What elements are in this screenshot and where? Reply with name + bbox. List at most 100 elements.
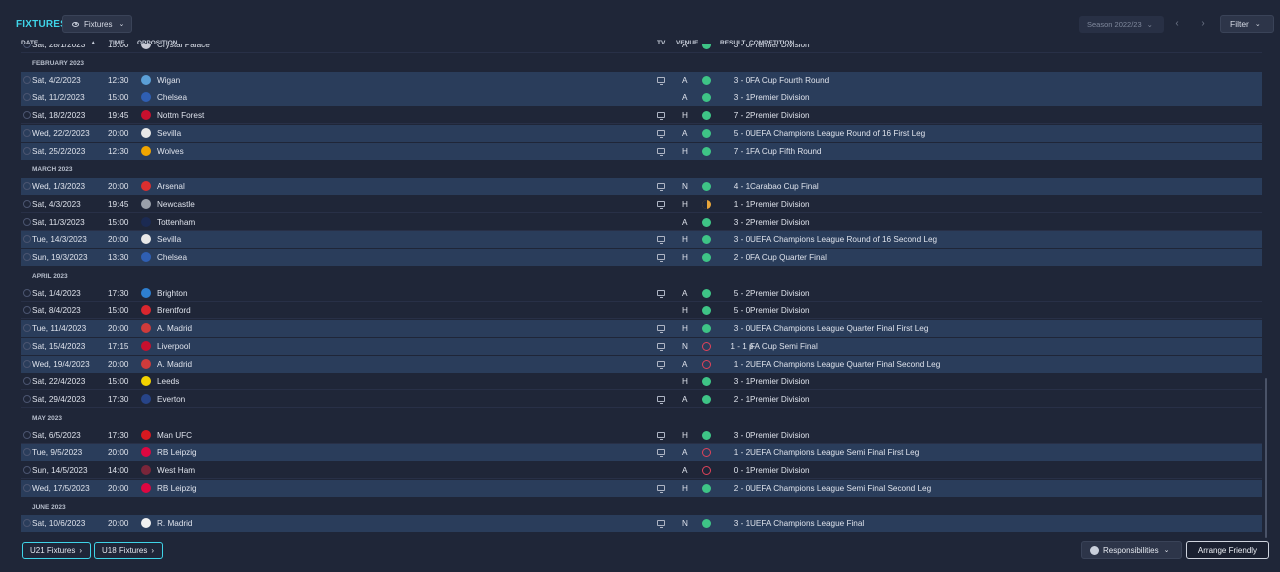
row-select-icon[interactable] (23, 448, 31, 457)
fixture-opposition[interactable]: Man UFC (157, 431, 192, 440)
fixture-opposition[interactable]: Sevilla (157, 235, 181, 244)
fixture-row[interactable]: Sat, 11/3/2023 15:00 Tottenham A 3 - 2 Premie… (21, 213, 1262, 231)
fixture-competition[interactable]: Premier Division (750, 200, 810, 209)
fixture-opposition[interactable]: Chelsea (157, 253, 187, 262)
view-dropdown[interactable]: Fixtures ⌄ (62, 15, 132, 33)
fixture-competition[interactable]: Premier Division (750, 377, 810, 386)
row-select-icon[interactable] (23, 341, 31, 350)
fixture-row[interactable]: Wed, 22/2/2023 20:00 Sevilla A 5 - 0 UEFA Cha… (21, 124, 1262, 142)
arrange-friendly-button[interactable]: Arrange Friendly (1186, 541, 1269, 559)
fixture-opposition[interactable]: Wigan (157, 76, 180, 85)
fixture-opposition[interactable]: Nottm Forest (157, 111, 204, 120)
row-select-icon[interactable] (23, 483, 31, 492)
fixture-row[interactable]: Sat, 10/6/2023 20:00 R. Madrid N 3 - 1 UEFA C… (21, 515, 1262, 533)
fixture-opposition[interactable]: Crystal Palace (157, 44, 210, 49)
row-select-icon[interactable] (23, 359, 31, 368)
row-select-icon[interactable] (23, 519, 31, 528)
row-select-icon[interactable] (23, 93, 31, 102)
fixture-row[interactable]: Tue, 11/4/2023 20:00 A. Madrid H 3 - 0 UEFA C… (21, 320, 1262, 337)
row-select-icon[interactable] (23, 430, 31, 439)
fixture-competition[interactable]: FA Cup Quarter Final (750, 253, 827, 262)
fixture-row[interactable]: Sat, 18/2/2023 19:45 Nottm Forest H 7 - 2 Pre… (21, 107, 1262, 124)
fixture-row[interactable]: Sat, 4/3/2023 19:45 Newcastle H 1 - 1 Premier… (21, 195, 1262, 213)
row-select-icon[interactable] (23, 217, 31, 226)
row-select-icon[interactable] (23, 253, 31, 261)
fixture-competition[interactable]: Premier Division (750, 218, 810, 227)
fixture-row[interactable]: Sat, 25/2/2023 12:30 Wolves H 7 - 1 FA Cup Fi… (21, 142, 1262, 160)
fixture-opposition[interactable]: Brighton (157, 289, 188, 298)
u18-fixtures-button[interactable]: U18 Fixtures › (94, 542, 163, 559)
row-select-icon[interactable] (23, 235, 31, 244)
fixture-opposition[interactable]: Tottenham (157, 218, 195, 227)
fixture-opposition[interactable]: Newcastle (157, 200, 195, 209)
responsibilities-button[interactable]: Responsibilities ⌄ (1081, 541, 1182, 559)
row-select-icon[interactable] (23, 182, 31, 190)
row-select-icon[interactable] (23, 306, 31, 315)
fixture-competition[interactable]: UEFA Champions League Semi Final Second … (750, 484, 931, 493)
fixture-row[interactable]: Sat, 11/2/2023 15:00 Chelsea A 3 - 1 Premier … (21, 89, 1262, 107)
fixture-competition[interactable]: Premier Division (750, 306, 810, 315)
row-select-icon[interactable] (23, 324, 31, 332)
previous-season-button[interactable]: ‹ (1166, 16, 1188, 33)
fixture-competition[interactable]: FA Cup Fourth Round (750, 76, 829, 85)
fixture-opposition[interactable]: Arsenal (157, 182, 185, 191)
row-select-icon[interactable] (23, 466, 31, 474)
row-select-icon[interactable] (23, 44, 31, 48)
row-select-icon[interactable] (23, 146, 31, 155)
fixture-competition[interactable]: Carabao Cup Final (750, 182, 819, 191)
fixture-competition[interactable]: Premier Division (750, 395, 810, 404)
fixture-row[interactable]: Sat, 6/5/2023 17:30 Man UFC H 3 - 0 Premier D… (21, 426, 1262, 444)
fixture-competition[interactable]: Premier Division (750, 44, 810, 49)
fixture-row[interactable]: Sat, 15/4/2023 17:15 Liverpool N 1 - 1 p FA C… (21, 337, 1262, 355)
fixture-competition[interactable]: FA Cup Fifth Round (750, 147, 821, 156)
fixture-opposition[interactable]: West Ham (157, 466, 195, 475)
fixture-competition[interactable]: Premier Division (750, 111, 810, 120)
fixture-opposition[interactable]: Leeds (157, 377, 179, 386)
fixture-competition[interactable]: UEFA Champions League Quarter Final Firs… (750, 324, 928, 333)
fixture-row[interactable]: Tue, 14/3/2023 20:00 Sevilla H 3 - 0 UEFA Cha… (21, 231, 1262, 249)
fixture-opposition[interactable]: Brentford (157, 306, 191, 315)
fixture-opposition[interactable]: A. Madrid (157, 324, 192, 333)
u21-fixtures-button[interactable]: U21 Fixtures › (22, 542, 91, 559)
row-select-icon[interactable] (23, 288, 31, 297)
fixture-opposition[interactable]: R. Madrid (157, 519, 193, 528)
fixture-opposition[interactable]: RB Leipzig (157, 484, 197, 493)
fixture-competition[interactable]: UEFA Champions League Round of 16 First … (750, 129, 925, 138)
fixture-competition[interactable]: UEFA Champions League Round of 16 Second… (750, 235, 937, 244)
fixture-row[interactable]: Sat, 29/4/2023 17:30 Everton A 2 - 1 Premier … (21, 391, 1262, 408)
fixture-row[interactable]: Sun, 14/5/2023 14:00 West Ham A 0 - 1 Premier… (21, 462, 1262, 479)
fixture-row[interactable]: Sun, 19/3/2023 13:30 Chelsea H 2 - 0 FA Cup Q… (21, 249, 1262, 266)
fixture-row[interactable]: Sat, 1/4/2023 17:30 Brighton A 5 - 2 Premier … (21, 284, 1262, 302)
fixture-row[interactable]: Sat, 4/2/2023 12:30 Wigan A 3 - 0 FA Cup Four… (21, 71, 1262, 89)
fixture-row[interactable]: Tue, 9/5/2023 20:00 RB Leipzig A 1 - 2 UEFA C… (21, 444, 1262, 462)
fixture-opposition[interactable]: RB Leipzig (157, 448, 197, 457)
fixture-opposition[interactable]: A. Madrid (157, 360, 192, 369)
fixture-opposition[interactable]: Everton (157, 395, 185, 404)
fixture-competition[interactable]: UEFA Champions League Final (750, 519, 864, 528)
fixture-opposition[interactable]: Wolves (157, 147, 184, 156)
fixture-opposition[interactable]: Chelsea (157, 93, 187, 102)
fixture-row[interactable]: Sat, 22/4/2023 15:00 Leeds H 3 - 1 Premier Di… (21, 373, 1262, 391)
row-select-icon[interactable] (23, 199, 31, 208)
season-dropdown[interactable]: Season 2022/23 ⌄ (1079, 16, 1164, 33)
fixture-opposition[interactable]: Sevilla (157, 129, 181, 138)
fixture-competition[interactable]: Premier Division (750, 431, 810, 440)
filter-button[interactable]: Filter ⌄ (1220, 15, 1274, 33)
row-select-icon[interactable] (23, 128, 31, 137)
fixture-competition[interactable]: Premier Division (750, 289, 810, 298)
fixture-row[interactable]: Wed, 19/4/2023 20:00 A. Madrid A 1 - 2 UEFA C… (21, 355, 1262, 373)
row-select-icon[interactable] (23, 395, 31, 403)
fixture-opposition[interactable]: Liverpool (157, 342, 190, 351)
row-select-icon[interactable] (23, 111, 31, 119)
next-season-button[interactable]: › (1192, 16, 1214, 33)
row-select-icon[interactable] (23, 75, 31, 84)
fixture-competition[interactable]: UEFA Champions League Quarter Final Seco… (750, 360, 940, 369)
scrollbar[interactable] (1265, 378, 1267, 538)
row-select-icon[interactable] (23, 377, 31, 386)
fixture-competition[interactable]: FA Cup Semi Final (750, 342, 818, 351)
fixture-row[interactable]: Sat, 28/1/2023 15:00 Crystal Palace A 3 - 0P… (21, 44, 1262, 53)
fixture-competition[interactable]: UEFA Champions League Semi Final First L… (750, 448, 919, 457)
fixture-competition[interactable]: Premier Division (750, 466, 810, 475)
fixture-row[interactable]: Sat, 8/4/2023 15:00 Brentford H 5 - 0 Premier… (21, 302, 1262, 320)
fixture-row[interactable]: Wed, 1/3/2023 20:00 Arsenal N 4 - 1 Carabao C… (21, 178, 1262, 195)
